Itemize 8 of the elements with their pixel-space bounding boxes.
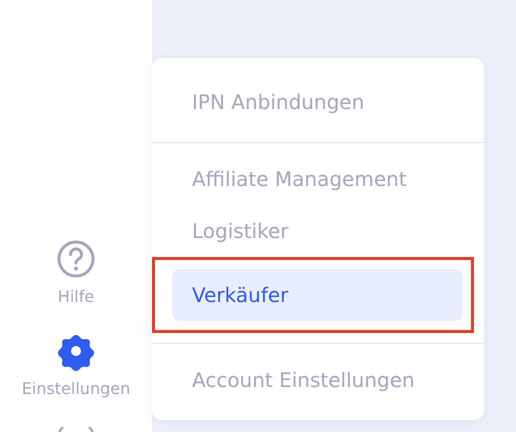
menu-item[interactable]: Account Einstellungen xyxy=(172,364,464,396)
menu-item[interactable]: Verkäufer xyxy=(172,269,463,321)
sidebar-label[interactable]: Einstellungen xyxy=(22,379,130,399)
sidebar-label[interactable]: Hilfe xyxy=(58,287,94,307)
help-icon[interactable] xyxy=(56,239,96,279)
menu-item[interactable]: Logistiker xyxy=(172,205,464,257)
menu-item[interactable]: Affiliate Management xyxy=(172,153,464,205)
menu-item[interactable]: IPN Anbindungen xyxy=(172,86,464,118)
